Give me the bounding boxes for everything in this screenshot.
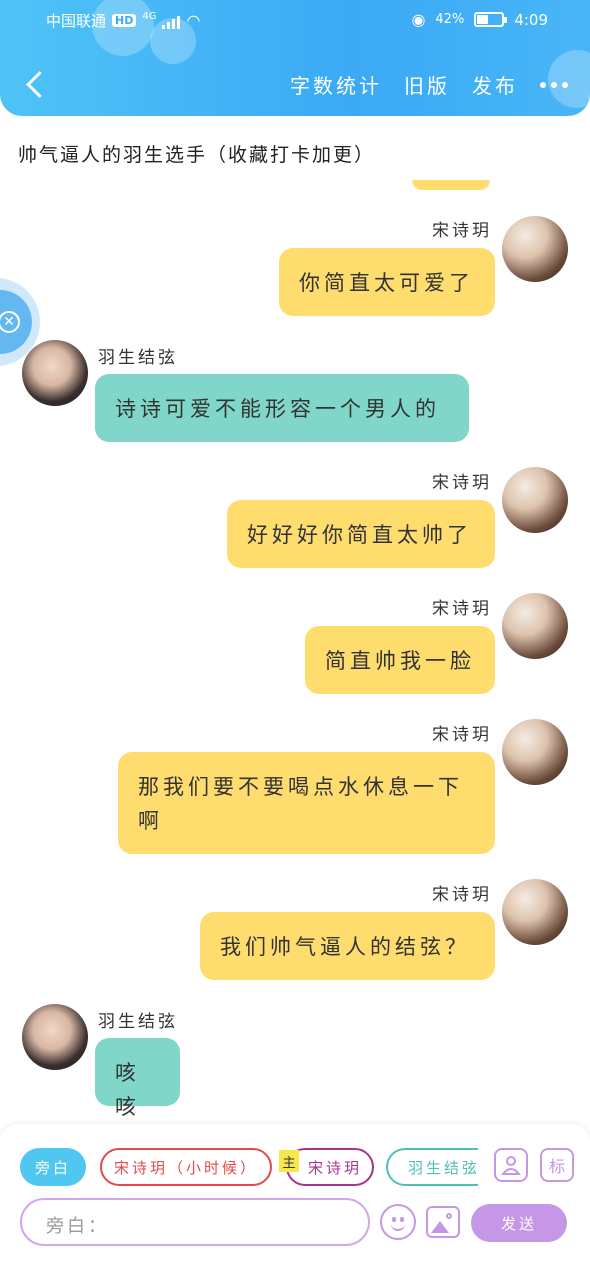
signal-icon bbox=[162, 13, 181, 29]
sender-name: 羽生结弦 bbox=[98, 1012, 178, 1032]
message-bubble[interactable]: 我们帅气逼人的结弦？ bbox=[200, 912, 495, 980]
message-bubble[interactable]: 简直帅我一脸 bbox=[305, 626, 495, 694]
status-bar: 中国联通 HD 4G ◠ ◉ 42% 4:09 bbox=[0, 0, 590, 40]
role-chip-song[interactable]: 宋诗玥 bbox=[286, 1148, 374, 1186]
hd-badge: HD bbox=[112, 14, 137, 27]
sender-name: 宋诗玥 bbox=[432, 725, 492, 745]
send-button[interactable]: 发送 bbox=[471, 1204, 567, 1242]
message-input[interactable]: 旁白： bbox=[20, 1198, 370, 1246]
tag-button[interactable]: 标 bbox=[540, 1148, 574, 1182]
composer-panel: 旁白 宋诗玥（小时候） 宋诗玥 羽生结弦 标 旁白： 发送 bbox=[0, 1124, 590, 1280]
role-chip-narration[interactable]: 旁白 bbox=[20, 1148, 86, 1186]
carrier-label: 中国联通 bbox=[46, 12, 107, 30]
chat-area[interactable]: 宋诗玥 你简直太可爱了 羽生结弦 诗诗可爱不能形容一个男人的 宋诗玥 好好好你简… bbox=[0, 180, 590, 1120]
message-bubble[interactable]: 咳咳 bbox=[95, 1038, 180, 1119]
back-icon[interactable] bbox=[18, 64, 54, 104]
main-role-tag: 主 bbox=[279, 1150, 299, 1172]
emoji-icon[interactable] bbox=[380, 1204, 416, 1240]
message-bubble[interactable]: 你简直太可爱了 bbox=[279, 248, 495, 316]
sender-name: 宋诗玥 bbox=[432, 221, 492, 241]
avatar[interactable] bbox=[502, 879, 568, 945]
previous-bubble bbox=[412, 180, 490, 190]
publish-button[interactable]: 发布 bbox=[472, 70, 518, 99]
wifi-icon: ◠ bbox=[186, 11, 201, 30]
role-chip-yuzuru[interactable]: 羽生结弦 bbox=[386, 1148, 478, 1186]
top-header: 中国联通 HD 4G ◠ ◉ 42% 4:09 字数统计 旧版 发布 bbox=[0, 0, 590, 116]
sender-name: 宋诗玥 bbox=[432, 885, 492, 905]
avatar[interactable] bbox=[22, 340, 88, 406]
message-bubble[interactable]: 诗诗可爱不能形容一个男人的 bbox=[95, 374, 469, 442]
contact-icon[interactable] bbox=[494, 1148, 528, 1182]
story-title: 帅气逼人的羽生选手（收藏打卡加更） bbox=[18, 144, 376, 166]
word-count-button[interactable]: 字数统计 bbox=[290, 70, 382, 99]
more-icon[interactable] bbox=[540, 81, 568, 88]
avatar[interactable] bbox=[502, 719, 568, 785]
image-icon[interactable] bbox=[426, 1206, 460, 1238]
network-label: 4G bbox=[142, 11, 157, 22]
avatar[interactable] bbox=[502, 216, 568, 282]
role-chip-song-young[interactable]: 宋诗玥（小时候） bbox=[100, 1148, 272, 1186]
old-version-button[interactable]: 旧版 bbox=[404, 70, 450, 99]
sender-name: 宋诗玥 bbox=[432, 599, 492, 619]
message-bubble[interactable]: 那我们要不要喝点水休息一下啊 bbox=[118, 752, 495, 854]
sender-name: 羽生结弦 bbox=[98, 348, 178, 368]
battery-icon bbox=[474, 12, 508, 27]
avatar[interactable] bbox=[502, 593, 568, 659]
sender-name: 宋诗玥 bbox=[432, 473, 492, 493]
avatar[interactable] bbox=[22, 1004, 88, 1070]
battery-percent: 42% bbox=[435, 12, 465, 27]
close-icon: ✕ bbox=[0, 311, 20, 333]
clock: 4:09 bbox=[514, 10, 548, 29]
nav-bar: 字数统计 旧版 发布 bbox=[0, 62, 590, 108]
eye-icon: ◉ bbox=[411, 10, 426, 29]
message-bubble[interactable]: 好好好你简直太帅了 bbox=[227, 500, 495, 568]
avatar[interactable] bbox=[502, 467, 568, 533]
